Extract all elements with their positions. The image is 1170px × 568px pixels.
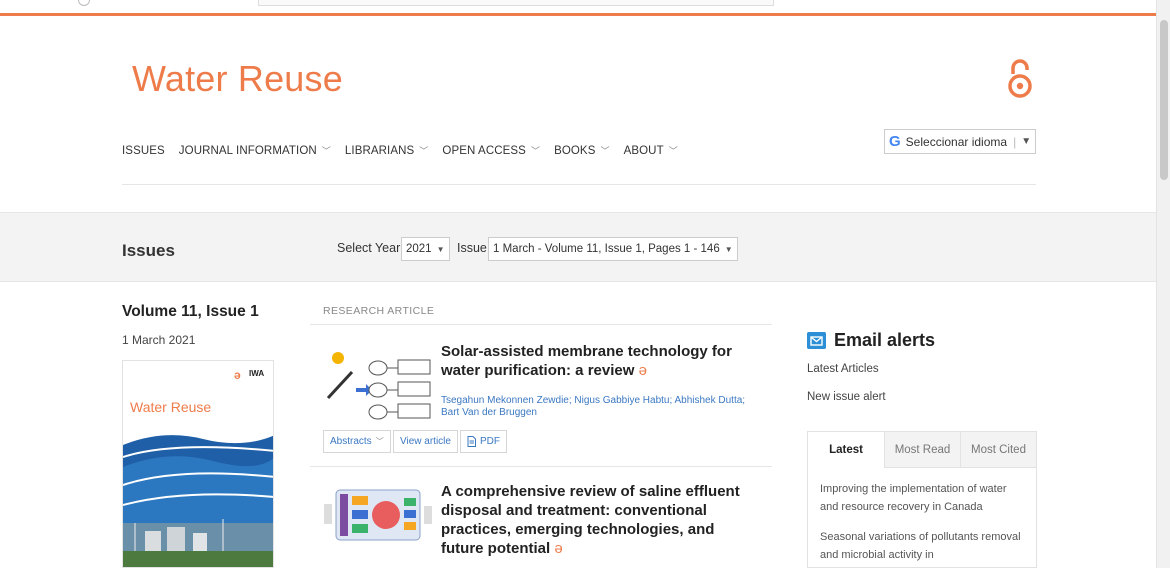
nav-books[interactable]: BOOKS ﹀: [554, 144, 610, 157]
chevron-down-icon: ﹀: [600, 146, 610, 156]
chevron-down-icon: ﹀: [375, 437, 384, 446]
volume-date: 1 March 2021: [122, 333, 196, 347]
chevron-down-icon: ▼: [436, 244, 445, 254]
latest-articles-alert-link[interactable]: Latest Articles: [807, 363, 879, 375]
issue-select-value: 1 March - Volume 11, Issue 1, Pages 1 - …: [493, 243, 720, 255]
google-translate-icon: G: [889, 133, 901, 150]
triangle-down-icon: ▼: [1021, 136, 1032, 147]
issue-select-label: Issue: [457, 241, 487, 255]
article-divider: [310, 466, 772, 467]
tab-latest[interactable]: Latest: [808, 432, 884, 468]
article-title-text: A comprehensive review of saline effluen…: [441, 483, 740, 557]
nav-librarians[interactable]: LIBRARIANS ﹀: [345, 144, 429, 157]
section-label: RESEARCH ARTICLE: [323, 305, 435, 317]
article-divider: [310, 324, 772, 325]
nav-journal-information[interactable]: JOURNAL INFORMATION ﹀: [179, 144, 331, 157]
article-title-text: Solar-assisted membrane technology for w…: [441, 343, 732, 379]
email-icon: [807, 332, 826, 349]
article-tabs-panel: Latest Most Read Most Cited Improving th…: [807, 431, 1037, 568]
issue-select[interactable]: 1 March - Volume 11, Issue 1, Pages 1 - …: [488, 237, 738, 261]
open-access-icon: ә: [554, 540, 563, 557]
pdf-file-icon: [467, 436, 476, 447]
top-strip: [0, 0, 1156, 16]
abstracts-button-label: Abstracts: [330, 436, 372, 447]
nav-about[interactable]: ABOUT ﹀: [624, 144, 678, 157]
article-authors[interactable]: Tsegahun Mekonnen Zewdie; Nigus Gabbiye …: [441, 395, 761, 419]
chevron-down-icon: ﹀: [419, 146, 429, 156]
cover-title: Water Reuse: [130, 399, 212, 415]
tab-most-cited[interactable]: Most Cited: [960, 432, 1036, 468]
language-select-label: Seleccionar idioma: [905, 134, 1008, 149]
open-access-icon: ә: [638, 362, 647, 379]
nav-divider: [122, 184, 1036, 185]
year-select[interactable]: 2021 ▼: [401, 237, 450, 261]
nav-issues[interactable]: ISSUES: [122, 144, 165, 157]
year-select-value: 2021: [406, 243, 432, 255]
main-nav: ISSUES JOURNAL INFORMATION ﹀ LIBRARIANS ﹀ …: [122, 144, 692, 157]
tab-most-read[interactable]: Most Read: [884, 432, 960, 468]
new-issue-alert-link[interactable]: New issue alert: [807, 391, 886, 403]
open-access-icon: [1008, 59, 1032, 98]
email-alerts-heading: Email alerts: [834, 330, 936, 350]
volume-title: Volume 11, Issue 1: [122, 303, 259, 320]
abstracts-button[interactable]: Abstracts ﹀: [323, 430, 391, 453]
cover-artwork: [123, 427, 273, 567]
article-title[interactable]: Solar-assisted membrane technology for w…: [441, 342, 751, 380]
latest-articles-list: Improving the implementation of water an…: [808, 468, 1036, 564]
article-thumbnail[interactable]: [322, 346, 434, 422]
view-article-button[interactable]: View article: [393, 430, 458, 453]
article-title[interactable]: A comprehensive review of saline effluen…: [441, 482, 761, 558]
chevron-down-icon: ﹀: [530, 146, 541, 156]
pdf-button-label: PDF: [480, 436, 500, 447]
language-select-divider: |: [1013, 134, 1017, 149]
open-access-icon: ә: [234, 368, 241, 382]
publisher-logo-icon[interactable]: [78, 0, 90, 6]
select-year-label: Select Year: [337, 241, 401, 255]
view-article-button-label: View article: [400, 436, 451, 447]
tab-bar: Latest Most Read Most Cited: [808, 432, 1036, 468]
list-item[interactable]: Seasonal variations of pollutants remova…: [820, 528, 1024, 564]
list-item[interactable]: Improving the implementation of water an…: [820, 480, 1024, 516]
nav-open-access[interactable]: OPEN ACCESS ﹀: [442, 144, 540, 157]
language-select[interactable]: G Seleccionar idioma | ▼: [884, 129, 1036, 154]
chevron-down-icon: ﹀: [321, 146, 331, 156]
site-search-input[interactable]: [258, 0, 774, 6]
page-scrollbar[interactable]: [1156, 0, 1170, 568]
journal-title[interactable]: Water Reuse: [132, 58, 343, 100]
publisher-logo: IWA: [249, 369, 265, 378]
article-thumbnail[interactable]: [322, 486, 434, 544]
chevron-down-icon: ﹀: [668, 146, 678, 156]
pdf-button[interactable]: PDF: [460, 430, 507, 453]
scrollbar-thumb[interactable]: [1160, 20, 1168, 180]
chevron-down-icon: ▼: [724, 244, 733, 254]
issue-cover-image[interactable]: ә IWA Water Reuse: [122, 360, 274, 568]
issues-heading: Issues: [122, 241, 175, 260]
issues-bar: Issues Select Year 2021 ▼ Issue 1 March …: [0, 212, 1156, 282]
